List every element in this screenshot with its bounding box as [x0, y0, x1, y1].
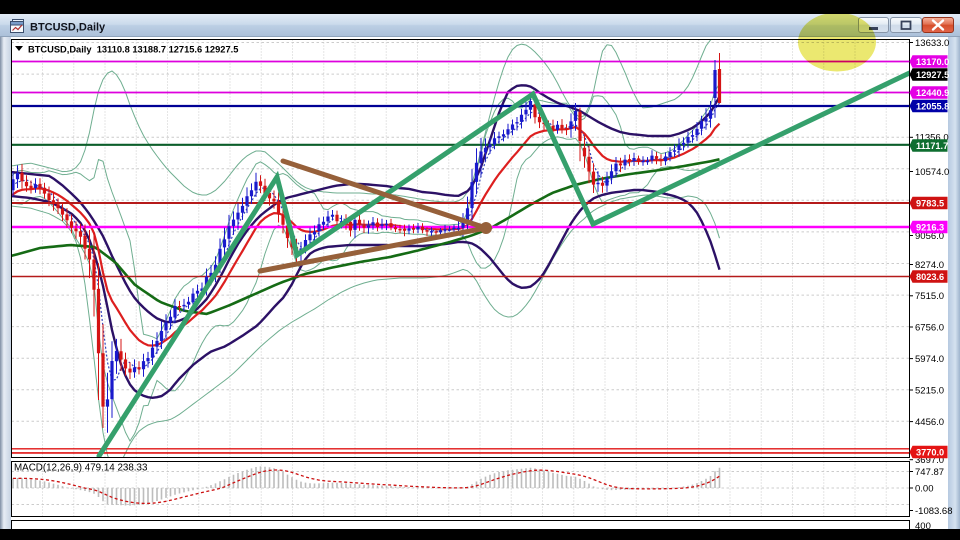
svg-text:8274.0: 8274.0 [915, 260, 944, 271]
svg-text:5974.0: 5974.0 [915, 354, 944, 365]
svg-text:BTCUSD,Daily: BTCUSD,Daily [30, 22, 106, 34]
svg-text:MACD(12,26,9) 479.14 238.33: MACD(12,26,9) 479.14 238.33 [14, 463, 148, 474]
svg-text:9783.5: 9783.5 [916, 198, 944, 208]
svg-text:12927.5: 12927.5 [916, 70, 949, 80]
svg-text:747.87: 747.87 [915, 467, 944, 478]
svg-text:BTCUSD,Daily 13110.8 13188.7: BTCUSD,Daily 13110.8 13188.7 12715.6 129… [28, 45, 238, 55]
svg-text:13633.0: 13633.0 [915, 38, 949, 49]
svg-text:0.00: 0.00 [915, 483, 934, 494]
svg-text:11171.7: 11171.7 [916, 141, 948, 151]
svg-text:-1083.68: -1083.68 [915, 506, 953, 517]
svg-text:4456.0: 4456.0 [915, 417, 944, 428]
svg-text:8023.6: 8023.6 [916, 272, 944, 282]
svg-text:13170.0: 13170.0 [916, 57, 949, 67]
svg-text:5215.0: 5215.0 [915, 385, 944, 396]
svg-text:6756.0: 6756.0 [915, 322, 944, 333]
svg-text:12440.9: 12440.9 [916, 88, 949, 98]
svg-text:3770.0: 3770.0 [916, 447, 944, 457]
svg-text:10574.0: 10574.0 [915, 167, 949, 178]
svg-text:9216.3: 9216.3 [916, 222, 944, 232]
svg-text:7515.0: 7515.0 [915, 291, 944, 302]
svg-text:12055.8: 12055.8 [916, 101, 949, 111]
